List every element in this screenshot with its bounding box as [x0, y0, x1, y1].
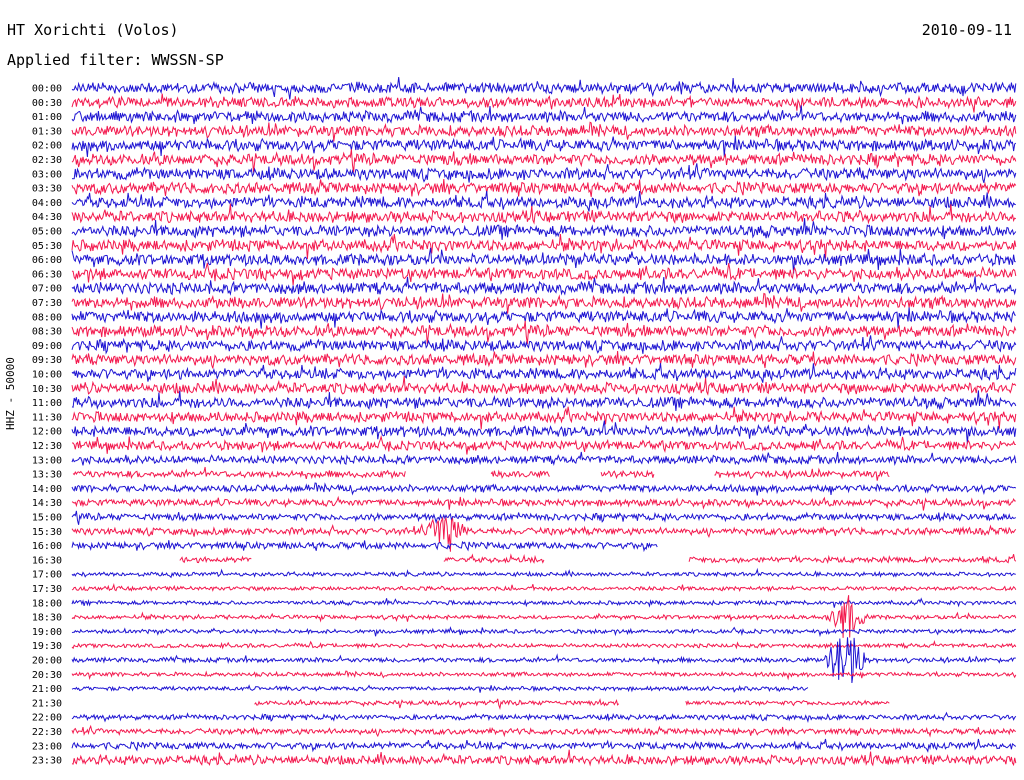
seismic-trace: [71, 135, 1017, 158]
seismic-trace: [71, 406, 1017, 430]
seismic-trace: [72, 466, 890, 481]
time-tick-label: 02:30: [32, 155, 62, 166]
seismic-trace: [71, 105, 1017, 125]
time-tick-label: 22:30: [32, 727, 62, 738]
time-tick-label: 20:00: [32, 656, 62, 667]
time-tick-label: 20:30: [32, 670, 62, 681]
time-tick-label: 02:00: [32, 141, 62, 152]
time-tick-label: 14:00: [32, 484, 62, 495]
seismic-trace: [71, 510, 1017, 525]
seismic-trace: [71, 540, 658, 553]
time-tick-label: 08:00: [32, 312, 62, 323]
time-tick-label: 07:30: [32, 298, 62, 309]
seismic-trace: [71, 375, 1017, 396]
seismic-trace: [71, 149, 1017, 173]
seismic-trace: [71, 639, 1017, 650]
seismic-trace: [71, 390, 1017, 412]
time-tick-label: 01:30: [32, 126, 62, 137]
seismic-trace: [71, 724, 1017, 738]
time-tick-label: 03:00: [32, 169, 62, 180]
time-tick-label: 16:00: [32, 541, 62, 552]
time-tick-label: 13:00: [32, 455, 62, 466]
seismic-trace: [71, 292, 1017, 314]
time-tick-label: 17:00: [32, 570, 62, 581]
time-tick-label: 18:00: [32, 598, 62, 609]
time-tick-label: 09:00: [32, 341, 62, 352]
time-tick-label: 00:00: [32, 84, 62, 95]
seismic-trace: [71, 276, 1017, 296]
time-tick-label: 23:00: [32, 741, 62, 752]
seismic-trace: [71, 233, 1017, 260]
time-tick-label: 00:30: [32, 98, 62, 109]
time-tick-label: 12:00: [32, 427, 62, 438]
time-tick-label: 06:00: [32, 255, 62, 266]
seismic-trace: [71, 711, 1017, 724]
seismic-trace: [254, 698, 890, 710]
seismic-trace: [71, 582, 1017, 593]
helicorder-plot: 00:00 00:30 01:00 01:30 02:00 02:30 03:00 03:30…: [32, 77, 1017, 767]
time-tick-label: 01:00: [32, 112, 62, 123]
seismic-trace: [71, 670, 1017, 681]
time-tick-label: 10:00: [32, 370, 62, 381]
time-tick-label: 15:30: [32, 527, 62, 538]
seismic-trace: [71, 626, 1016, 638]
seismic-trace: [71, 178, 1017, 197]
time-tick-label: 22:00: [32, 713, 62, 724]
time-tick-label: 15:00: [32, 513, 62, 524]
seismic-trace: [71, 738, 1017, 753]
time-tick-label: 07:00: [32, 284, 62, 295]
tick-labels-layer: 00:00 00:30 01:00 01:30 02:00 02:30 03:00 03:30…: [32, 84, 62, 767]
seismic-trace: [71, 262, 1017, 286]
seismic-trace: [71, 335, 1017, 355]
seismic-trace: [71, 77, 1017, 100]
seismic-trace: [71, 190, 1016, 212]
time-tick-label: 19:30: [32, 641, 62, 652]
time-tick-label: 21:00: [32, 684, 62, 695]
seismic-trace: [71, 163, 1017, 183]
time-tick-label: 03:30: [32, 184, 62, 195]
seismic-trace: [179, 553, 1017, 564]
time-tick-label: 10:30: [32, 384, 62, 395]
time-tick-label: 12:30: [32, 441, 62, 452]
time-tick-label: 11:30: [32, 412, 62, 423]
time-tick-label: 06:30: [32, 269, 62, 280]
seismic-trace: [71, 597, 1017, 608]
time-tick-label: 13:30: [32, 470, 62, 481]
seismic-trace: [71, 567, 1016, 579]
seismic-trace: [71, 451, 1017, 466]
seismic-trace: [71, 307, 1016, 329]
seismic-trace: [71, 684, 809, 693]
time-tick-label: 18:30: [32, 613, 62, 624]
time-tick-label: 04:30: [32, 212, 62, 223]
seismic-trace: [71, 218, 1017, 240]
time-tick-label: 08:30: [32, 327, 62, 338]
seismic-trace: [71, 93, 1017, 113]
seismic-trace: [71, 420, 1017, 444]
seismic-trace: [71, 482, 1017, 496]
seismic-trace: [71, 121, 1017, 142]
traces-layer: [71, 77, 1017, 767]
time-tick-label: 05:00: [32, 227, 62, 238]
time-tick-label: 17:30: [32, 584, 62, 595]
time-tick-label: 23:30: [32, 756, 62, 767]
time-tick-label: 19:00: [32, 627, 62, 638]
seismic-trace: [71, 203, 1017, 225]
seismic-trace: [71, 495, 1016, 511]
time-tick-label: 04:00: [32, 198, 62, 209]
seismic-trace: [71, 351, 1017, 369]
time-tick-label: 09:30: [32, 355, 62, 366]
time-tick-label: 11:00: [32, 398, 62, 409]
time-tick-label: 21:30: [32, 698, 62, 709]
seismic-trace: [71, 320, 1017, 345]
time-tick-label: 05:30: [32, 241, 62, 252]
time-tick-label: 16:30: [32, 555, 62, 566]
seismic-trace: [72, 434, 1016, 455]
seismic-trace: [71, 749, 1017, 767]
time-tick-label: 14:30: [32, 498, 62, 509]
